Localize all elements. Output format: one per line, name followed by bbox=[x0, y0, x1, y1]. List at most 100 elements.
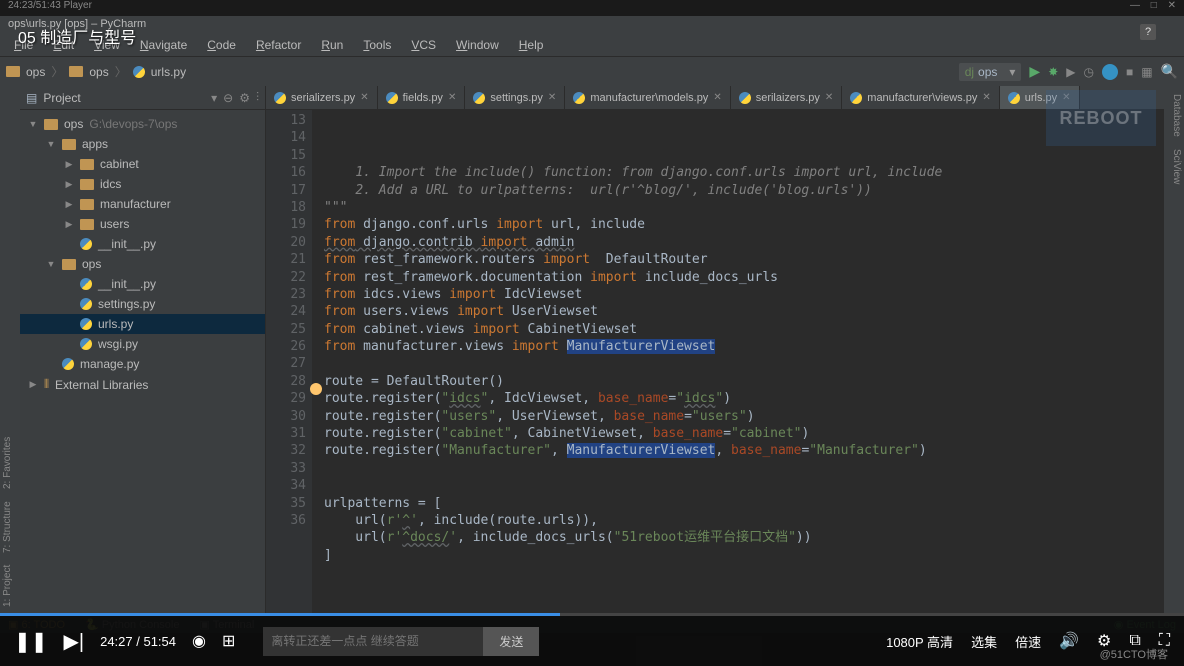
close-icon[interactable]: ✕ bbox=[360, 92, 368, 103]
tree-item-manage-py[interactable]: manage.py bbox=[20, 354, 265, 374]
menu-help[interactable]: Help bbox=[511, 36, 552, 54]
menu-run[interactable]: Run bbox=[313, 36, 351, 54]
close-icon[interactable]: ✕ bbox=[982, 92, 990, 103]
code-line[interactable]: ] bbox=[324, 547, 1164, 564]
minimize-icon[interactable]: — bbox=[1130, 0, 1140, 11]
collapse-icon[interactable]: ⊖ bbox=[223, 91, 233, 105]
tree-item-wsgi-py[interactable]: wsgi.py bbox=[20, 334, 265, 354]
menu-tools[interactable]: Tools bbox=[355, 36, 399, 54]
code-line[interactable]: url(r'^', include(route.urls)), bbox=[324, 512, 1164, 529]
code-line[interactable]: """ bbox=[324, 199, 1164, 216]
profile-icon[interactable]: ◷ bbox=[1083, 65, 1093, 79]
tool-project[interactable]: 1: Project bbox=[2, 565, 18, 607]
menu-vcs[interactable]: VCS bbox=[403, 36, 444, 54]
coverage-icon[interactable]: ▶ bbox=[1066, 65, 1075, 79]
speed-button[interactable]: 倍速 bbox=[1015, 632, 1041, 651]
close-icon[interactable]: ✕ bbox=[548, 92, 556, 103]
tool-database[interactable]: Database bbox=[1166, 94, 1182, 137]
gear-icon[interactable]: ⚙ bbox=[239, 91, 250, 105]
code-line[interactable]: from rest_framework.documentation import… bbox=[324, 269, 1164, 286]
code-line[interactable]: route.register("Manufacturer", Manufactu… bbox=[324, 442, 1164, 459]
stop-icon[interactable]: ■ bbox=[1126, 65, 1133, 79]
tree-item-settings-py[interactable]: settings.py bbox=[20, 294, 265, 314]
tree-item-urls-py[interactable]: urls.py bbox=[20, 314, 265, 334]
tab-settings-py[interactable]: settings.py✕ bbox=[465, 86, 565, 109]
menu-navigate[interactable]: Navigate bbox=[132, 36, 195, 54]
tree-item-external-libraries[interactable]: External Libraries bbox=[20, 374, 265, 395]
tree-item-manufacturer[interactable]: manufacturer bbox=[20, 194, 265, 214]
menu-refactor[interactable]: Refactor bbox=[248, 36, 309, 54]
code-line[interactable] bbox=[324, 564, 1164, 581]
code-line[interactable]: from manufacturer.views import Manufactu… bbox=[324, 338, 1164, 355]
debug-icon[interactable]: ✸ bbox=[1048, 65, 1058, 79]
next-button[interactable]: ▶| bbox=[64, 629, 85, 654]
help-icon[interactable]: ? bbox=[1140, 24, 1156, 40]
code-line[interactable]: from django.conf.urls import url, includ… bbox=[324, 216, 1164, 233]
close-icon[interactable]: ✕ bbox=[713, 92, 721, 103]
quality-button[interactable]: 1080P 高清 bbox=[886, 632, 953, 651]
episodes-button[interactable]: 选集 bbox=[971, 632, 997, 651]
project-panel-title[interactable]: Project bbox=[43, 91, 205, 105]
code-line[interactable] bbox=[324, 460, 1164, 477]
code-line[interactable]: from cabinet.views import CabinetViewset bbox=[324, 321, 1164, 338]
layout-icon[interactable]: ▦ bbox=[1141, 65, 1152, 79]
tab-fields-py[interactable]: fields.py✕ bbox=[378, 86, 466, 109]
pause-button[interactable]: ❚❚ bbox=[14, 629, 48, 654]
code-line[interactable]: route = DefaultRouter() bbox=[324, 373, 1164, 390]
code-line[interactable]: route.register("idcs", IdcViewset, base_… bbox=[324, 390, 1164, 407]
danmu-input[interactable] bbox=[263, 627, 483, 656]
code-line[interactable]: url(r'^docs/', include_docs_urls("51rebo… bbox=[324, 529, 1164, 546]
tool-favorites[interactable]: 2: Favorites bbox=[2, 437, 18, 489]
tree-item-idcs[interactable]: idcs bbox=[20, 174, 265, 194]
tab-manufacturer-models-py[interactable]: manufacturer\models.py✕ bbox=[565, 86, 730, 109]
code-line[interactable]: from idcs.views import IdcViewset bbox=[324, 286, 1164, 303]
tree-item-cabinet[interactable]: cabinet bbox=[20, 154, 265, 174]
danmu-toggle[interactable]: ◉ bbox=[192, 631, 206, 651]
tab-serializers-py[interactable]: serializers.py✕ bbox=[266, 86, 378, 109]
tab-serilaizers-py[interactable]: serilaizers.py✕ bbox=[731, 86, 843, 109]
code-line[interactable]: from rest_framework.routers import Defau… bbox=[324, 251, 1164, 268]
code-line[interactable]: urlpatterns = [ bbox=[324, 495, 1164, 512]
code-line[interactable]: route.register("users", UserViewset, bas… bbox=[324, 408, 1164, 425]
tree-item-apps[interactable]: apps bbox=[20, 134, 265, 154]
tree-item---init---py[interactable]: __init__.py bbox=[20, 234, 265, 254]
breadcrumb-item[interactable]: ops bbox=[89, 65, 108, 79]
code-line[interactable]: 2. Add a URL to urlpatterns: url(r'^blog… bbox=[324, 182, 1164, 199]
send-button[interactable]: 发送 bbox=[483, 627, 539, 656]
progress-bar[interactable] bbox=[0, 613, 1184, 616]
browser-icon[interactable] bbox=[1102, 64, 1118, 80]
tab-manufacturer-views-py[interactable]: manufacturer\views.py✕ bbox=[842, 86, 999, 109]
close-icon[interactable]: ✕ bbox=[825, 92, 833, 103]
maximize-icon[interactable]: □ bbox=[1151, 0, 1157, 11]
code-line[interactable]: from users.views import UserViewset bbox=[324, 303, 1164, 320]
run-icon[interactable]: ▶ bbox=[1029, 63, 1040, 80]
code-line[interactable]: from django.contrib import admin bbox=[324, 234, 1164, 251]
tree-item-users[interactable]: users bbox=[20, 214, 265, 234]
tree-item---init---py[interactable]: __init__.py bbox=[20, 274, 265, 294]
code-editor[interactable]: 1. Import the include() function: from d… bbox=[312, 110, 1164, 615]
close-icon[interactable]: ✕ bbox=[1168, 0, 1176, 11]
close-icon[interactable]: ✕ bbox=[448, 92, 456, 103]
volume-icon[interactable]: 🔊 bbox=[1059, 631, 1079, 651]
left-tool-rail: 1: Project 7: Structure 2: Favorites bbox=[0, 86, 20, 615]
tree-item-ops[interactable]: ops G:\devops-7\ops bbox=[20, 114, 265, 134]
breadcrumb-item[interactable]: ops bbox=[26, 65, 45, 79]
tool-structure[interactable]: 7: Structure bbox=[2, 501, 18, 553]
hide-icon[interactable]: ⫶ bbox=[256, 90, 259, 105]
code-line[interactable] bbox=[324, 356, 1164, 373]
chevron-down-icon[interactable]: ▾ bbox=[211, 91, 217, 105]
run-config-select[interactable]: djops bbox=[959, 63, 1022, 81]
video-subtitle: 05 制造厂与型号 bbox=[18, 24, 136, 48]
code-line[interactable]: 1. Import the include() function: from d… bbox=[324, 164, 1164, 181]
search-icon[interactable]: 🔍 bbox=[1161, 63, 1178, 80]
tool-sciview[interactable]: SciView bbox=[1166, 149, 1182, 184]
breadcrumb-item[interactable]: urls.py bbox=[151, 65, 186, 79]
menu-code[interactable]: Code bbox=[199, 36, 244, 54]
code-line[interactable] bbox=[324, 477, 1164, 494]
intention-bulb-icon[interactable] bbox=[310, 383, 322, 395]
danmu-settings-icon[interactable]: ⊞ bbox=[222, 631, 235, 651]
python-icon bbox=[274, 92, 286, 104]
tree-item-ops[interactable]: ops bbox=[20, 254, 265, 274]
code-line[interactable]: route.register("cabinet", CabinetViewset… bbox=[324, 425, 1164, 442]
menu-window[interactable]: Window bbox=[448, 36, 507, 54]
